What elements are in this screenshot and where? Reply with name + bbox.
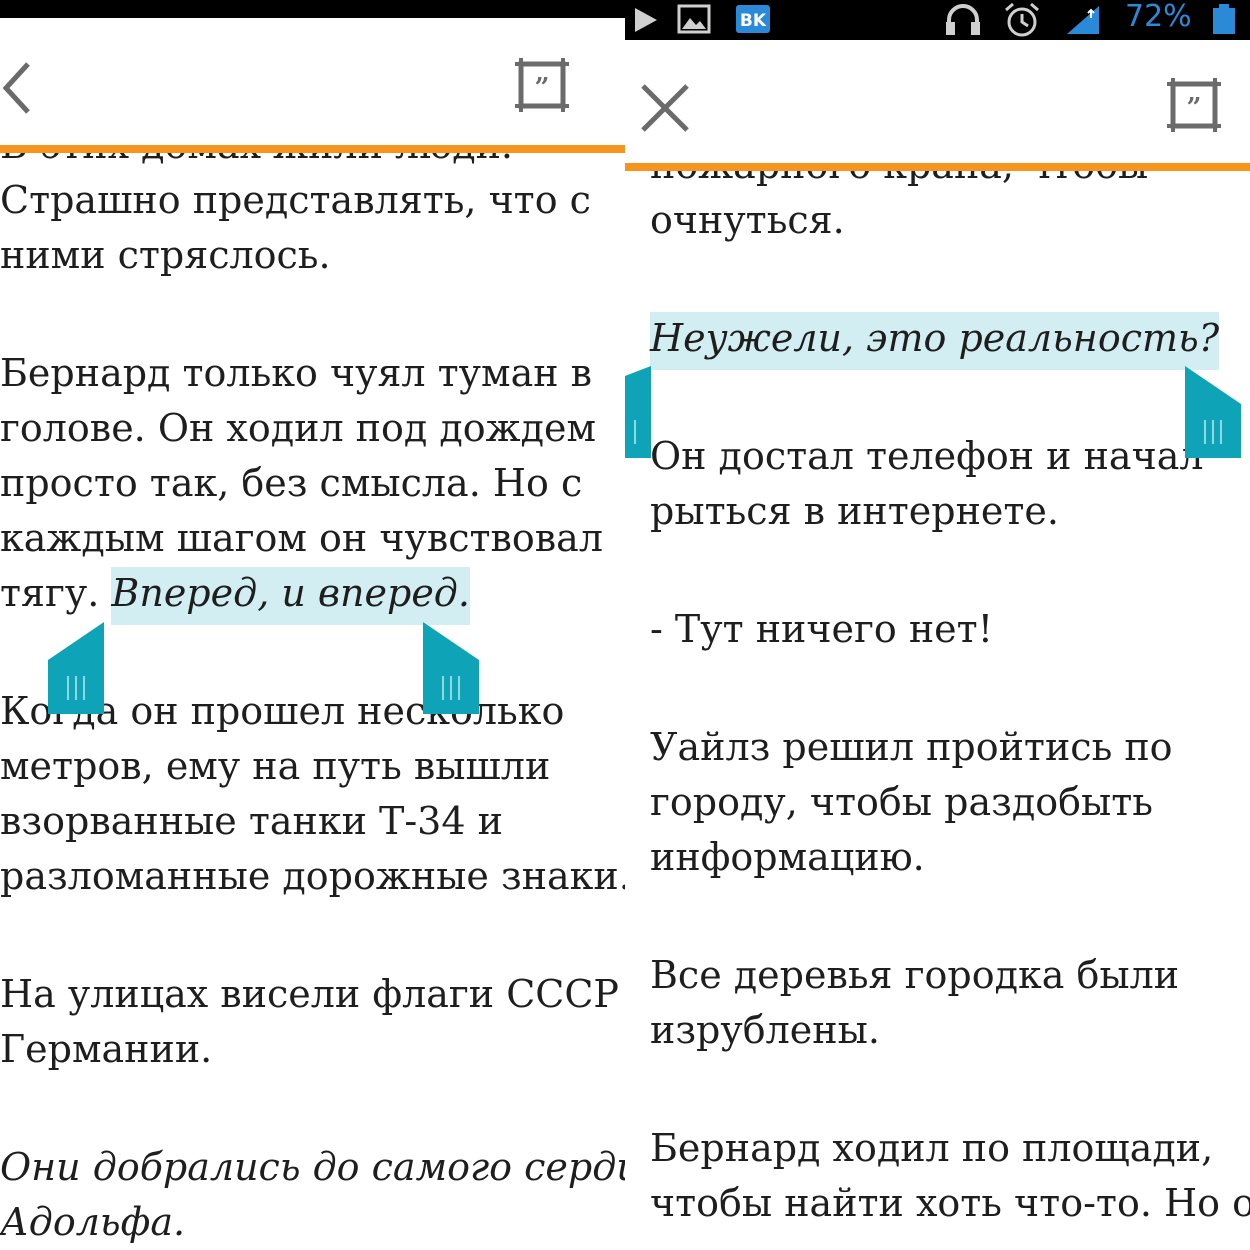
text-line-with-selection: Неужели, это реальность? [650,311,1220,370]
selection-handle-start[interactable] [625,366,651,458]
text-line: Страшно представлять, что с [0,178,591,222]
text-line: чтобы найти хоть что-то. Но он [650,1181,1250,1225]
back-arrow-icon[interactable] [0,58,40,118]
text-line: Германии. [0,1027,213,1071]
text-line: На улицах висели флаги СССР и [0,972,625,1016]
text-line: Бернард только чуял туман в [0,351,593,395]
app-bar: ” [0,18,625,153]
text-line: информацию. [650,835,925,879]
text-line: Уайлз решил пройтись по [650,725,1173,769]
text-line: взорванные танки Т-34 и [0,799,503,843]
text-line: каждым шагом он чувствовал [0,516,603,560]
text-line: очнуться. [650,198,845,242]
text-line: просто так, без смысла. Но с [0,461,583,505]
left-screenshot-panel: В этих домах жили люди. Страшно представ… [0,0,625,1250]
text-line: Они добрались до самого сердца [0,1145,625,1189]
text-line: рыться в интернете. [650,489,1059,533]
text-line: Все деревья городка были [650,953,1180,997]
text-line: разломанные дорожные знаки. [0,854,625,898]
text-plain: тягу. [0,571,112,615]
right-screenshot-panel: пожарного крана, чтобы очнуться. Неужели… [625,0,1250,1250]
selection-handle-start[interactable] [48,622,104,714]
svg-text:”: ” [1187,93,1202,123]
text-line: Бернард ходил по площади, [650,1126,1214,1170]
svg-text:”: ” [535,73,550,103]
text-line: изрублены. [650,1008,880,1052]
reader-content: пожарного крана, чтобы очнуться. Неужели… [625,0,1250,1250]
quote-icon[interactable]: ” [1165,76,1223,134]
text-line: Адольфа. [0,1200,186,1244]
text-line: метров, ему на путь вышли [0,744,551,788]
text-line: ними стряслось. [0,233,331,277]
text-line: Он достал телефон и начал [650,434,1204,478]
text-line: - Тут ничего нет! [650,607,993,651]
selection-handle-end[interactable] [1185,366,1241,458]
selected-text[interactable]: Вперед, и вперед. [111,567,470,625]
quote-icon[interactable]: ” [513,56,571,114]
text-line: городу, чтобы раздобыть [650,780,1153,824]
text-line: голове. Он ходил под дождем [0,406,597,450]
selected-text[interactable]: Неужели, это реальность? [650,312,1220,370]
close-icon[interactable] [635,78,695,138]
selection-handle-end[interactable] [423,622,479,714]
app-bar: ” [625,40,1250,171]
text-line-with-selection: тягу. Вперед, и вперед. [0,566,470,625]
